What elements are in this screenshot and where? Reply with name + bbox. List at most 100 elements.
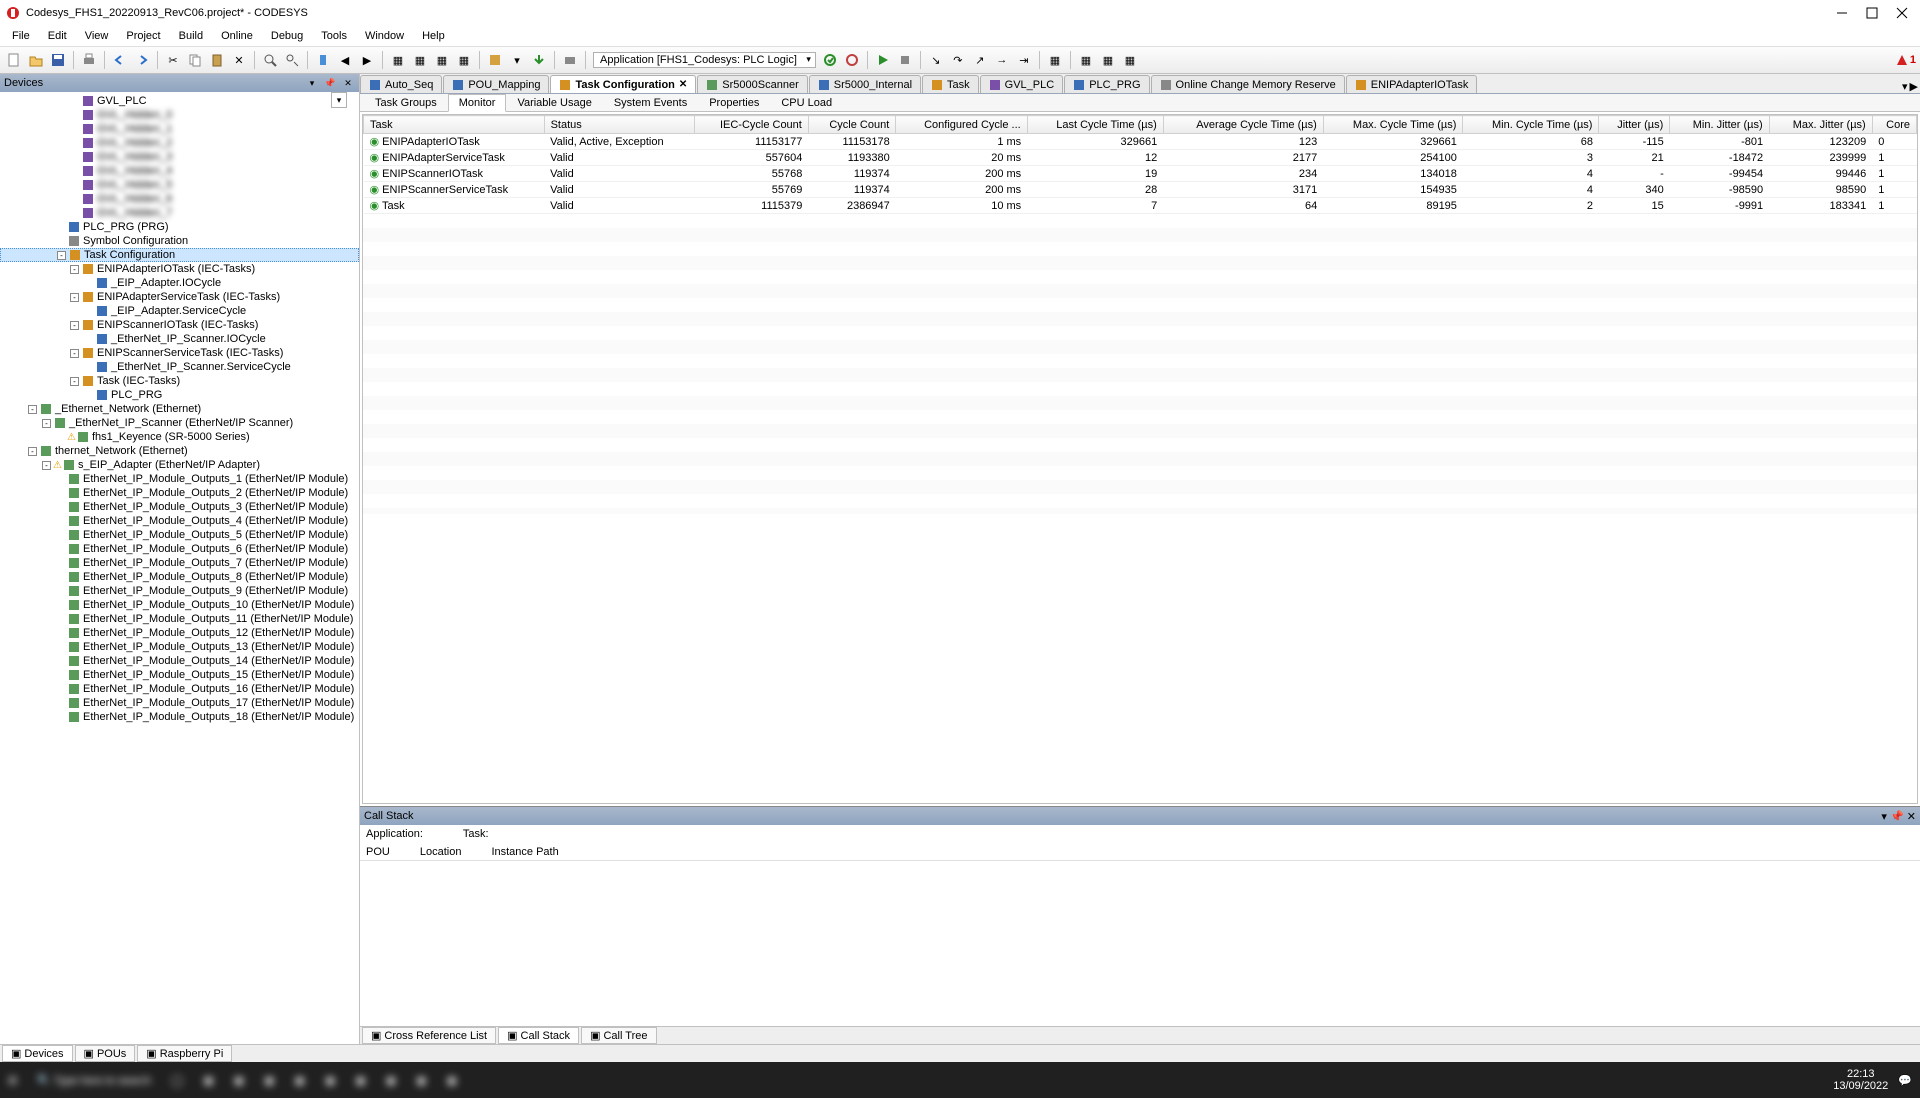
login-button[interactable] — [820, 50, 840, 70]
tab-close-icon[interactable]: ✕ — [679, 79, 687, 90]
tree-mod-out-15[interactable]: EtherNet_IP_Module_Outputs_15 (EtherNet/… — [0, 668, 359, 682]
tree-mod-out-2[interactable]: EtherNet_IP_Module_Outputs_2 (EtherNet/I… — [0, 486, 359, 500]
application-dropdown[interactable]: Application [FHS1_Codesys: PLC Logic] — [593, 52, 816, 68]
paste-button[interactable] — [207, 50, 227, 70]
trace-button[interactable]: ▦ — [1045, 50, 1065, 70]
undo-button[interactable] — [110, 50, 130, 70]
tree-adapter-io-c[interactable]: _EIP_Adapter.IOCycle — [0, 276, 359, 290]
menu-project[interactable]: Project — [118, 28, 168, 44]
subtab-cpu-load[interactable]: CPU Load — [770, 94, 843, 112]
tb-b[interactable]: ▦ — [410, 50, 430, 70]
tree-mod-out-12[interactable]: EtherNet_IP_Module_Outputs_12 (EtherNet/… — [0, 626, 359, 640]
tree-task-conf[interactable]: -Task Configuration — [0, 248, 359, 262]
tree-plc-prg[interactable]: PLC_PRG (PRG) — [0, 220, 359, 234]
subtab-properties[interactable]: Properties — [698, 94, 770, 112]
callstack-col-instance-path[interactable]: Instance Path — [491, 846, 558, 858]
tree-scanner-io-c[interactable]: _EtherNet_IP_Scanner.IOCycle — [0, 332, 359, 346]
tree-mod-out-13[interactable]: EtherNet_IP_Module_Outputs_13 (EtherNet/… — [0, 640, 359, 654]
tree-blur-7[interactable]: GVL_Hidden_7 — [0, 206, 359, 220]
callstack-pin[interactable]: 📌 — [1890, 811, 1904, 823]
maximize-button[interactable] — [1866, 7, 1878, 19]
col-header[interactable]: IEC-Cycle Count — [695, 116, 809, 134]
col-header[interactable]: Min. Jitter (µs) — [1670, 116, 1769, 134]
menu-build[interactable]: Build — [171, 28, 211, 44]
taskbar-clock[interactable]: 22:13 13/09/2022 — [1833, 1068, 1888, 1092]
tab-task[interactable]: Task — [922, 75, 979, 93]
bookmark-button[interactable] — [313, 50, 333, 70]
new-button[interactable] — [4, 50, 24, 70]
expander-icon[interactable]: - — [70, 265, 79, 274]
subtab-variable-usage[interactable]: Variable Usage — [506, 94, 602, 112]
tree-blur-0[interactable]: GVL_Hidden_0 — [0, 108, 359, 122]
tb-x1[interactable]: ▦ — [1076, 50, 1096, 70]
tb-c[interactable]: ▦ — [432, 50, 452, 70]
col-header[interactable]: Average Cycle Time (µs) — [1163, 116, 1323, 134]
save-button[interactable] — [48, 50, 68, 70]
callstack-col-pou[interactable]: POU — [366, 846, 390, 858]
bottom-tab-pous[interactable]: ▣POUs — [75, 1045, 136, 1062]
find-button[interactable] — [260, 50, 280, 70]
tree-mod-out-9[interactable]: EtherNet_IP_Module_Outputs_9 (EtherNet/I… — [0, 584, 359, 598]
tree-adapter-svc[interactable]: -ENIPAdapterServiceTask (IEC-Tasks) — [0, 290, 359, 304]
panel-close-button[interactable]: ✕ — [341, 76, 355, 90]
col-header[interactable]: Max. Cycle Time (µs) — [1323, 116, 1463, 134]
menu-edit[interactable]: Edit — [40, 28, 75, 44]
tab-plc-prg[interactable]: PLC_PRG — [1064, 75, 1149, 93]
tree-task-c[interactable]: PLC_PRG — [0, 388, 359, 402]
step-out-button[interactable]: ↗ — [970, 50, 990, 70]
tree-blur-2[interactable]: GVL_Hidden_2 — [0, 136, 359, 150]
step-into-button[interactable]: ↘ — [926, 50, 946, 70]
tab-scroll-right[interactable]: ▶ — [1910, 80, 1918, 93]
tree-mod-out-3[interactable]: EtherNet_IP_Module_Outputs_3 (EtherNet/I… — [0, 500, 359, 514]
expander-icon[interactable]: - — [70, 293, 79, 302]
tb-x2[interactable]: ▦ — [1098, 50, 1118, 70]
subtab-task-groups[interactable]: Task Groups — [364, 94, 448, 112]
delete-button[interactable]: ✕ — [229, 50, 249, 70]
menu-window[interactable]: Window — [357, 28, 412, 44]
panel-pin-button[interactable]: 📌 — [323, 76, 337, 90]
col-header[interactable]: Min. Cycle Time (µs) — [1463, 116, 1599, 134]
menu-debug[interactable]: Debug — [263, 28, 311, 44]
tree-adapter-io[interactable]: -ENIPAdapterIOTask (IEC-Tasks) — [0, 262, 359, 276]
redo-button[interactable] — [132, 50, 152, 70]
step-next-button[interactable]: → — [992, 50, 1012, 70]
build-dd-button[interactable]: ▾ — [507, 50, 527, 70]
tb-x3[interactable]: ▦ — [1120, 50, 1140, 70]
tree-mod-out-17[interactable]: EtherNet_IP_Module_Outputs_17 (EtherNet/… — [0, 696, 359, 710]
menu-file[interactable]: File — [4, 28, 38, 44]
tree-mod-out-8[interactable]: EtherNet_IP_Module_Outputs_8 (EtherNet/I… — [0, 570, 359, 584]
callstack-close[interactable]: ✕ — [1907, 811, 1916, 823]
tree-mod-out-10[interactable]: EtherNet_IP_Module_Outputs_10 (EtherNet/… — [0, 598, 359, 612]
bottom-tab-devices[interactable]: ▣Devices — [2, 1045, 73, 1062]
tree-scanner-io[interactable]: -ENIPScannerIOTask (IEC-Tasks) — [0, 318, 359, 332]
menu-online[interactable]: Online — [213, 28, 261, 44]
expander-icon[interactable]: - — [70, 377, 79, 386]
close-button[interactable] — [1896, 7, 1908, 19]
devices-tree[interactable]: ▾ GVL_PLCGVL_Hidden_0GVL_Hidden_1GVL_Hid… — [0, 92, 359, 1044]
step-over-button[interactable]: ↷ — [948, 50, 968, 70]
tab-dropdown-button[interactable]: ▾ — [1902, 80, 1908, 93]
download-button[interactable] — [529, 50, 549, 70]
tree-ethnet2[interactable]: -thernet_Network (Ethernet) — [0, 444, 359, 458]
tree-ethnet1[interactable]: -_Ethernet_Network (Ethernet) — [0, 402, 359, 416]
tree-task[interactable]: -Task (IEC-Tasks) — [0, 374, 359, 388]
callstack-dropdown[interactable]: ▾ — [1881, 811, 1887, 823]
tree-adapter-svc-c[interactable]: _EIP_Adapter.ServiceCycle — [0, 304, 359, 318]
col-header[interactable]: Core — [1872, 116, 1916, 134]
tree-eip-scanner[interactable]: -_EtherNet_IP_Scanner (EtherNet/IP Scann… — [0, 416, 359, 430]
col-header[interactable]: Cycle Count — [808, 116, 895, 134]
monitor-grid[interactable]: TaskStatusIEC-Cycle CountCycle CountConf… — [362, 114, 1918, 804]
bottom-tab-cross-reference-list[interactable]: ▣Cross Reference List — [362, 1027, 496, 1044]
print-button[interactable] — [79, 50, 99, 70]
expander-icon[interactable]: - — [42, 461, 51, 470]
copy-button[interactable] — [185, 50, 205, 70]
minimize-button[interactable] — [1836, 7, 1848, 19]
expander-icon[interactable]: - — [70, 349, 79, 358]
tab-sr5000-internal[interactable]: Sr5000_Internal — [809, 75, 921, 93]
notifications-icon[interactable]: 💬 — [1898, 1074, 1912, 1087]
panel-dropdown-button[interactable]: ▾ — [305, 76, 319, 90]
expander-icon[interactable]: - — [28, 405, 37, 414]
expander-icon[interactable]: - — [42, 419, 51, 428]
tab-pou-mapping[interactable]: POU_Mapping — [443, 75, 549, 93]
tree-mod-out-1[interactable]: EtherNet_IP_Module_Outputs_1 (EtherNet/I… — [0, 472, 359, 486]
